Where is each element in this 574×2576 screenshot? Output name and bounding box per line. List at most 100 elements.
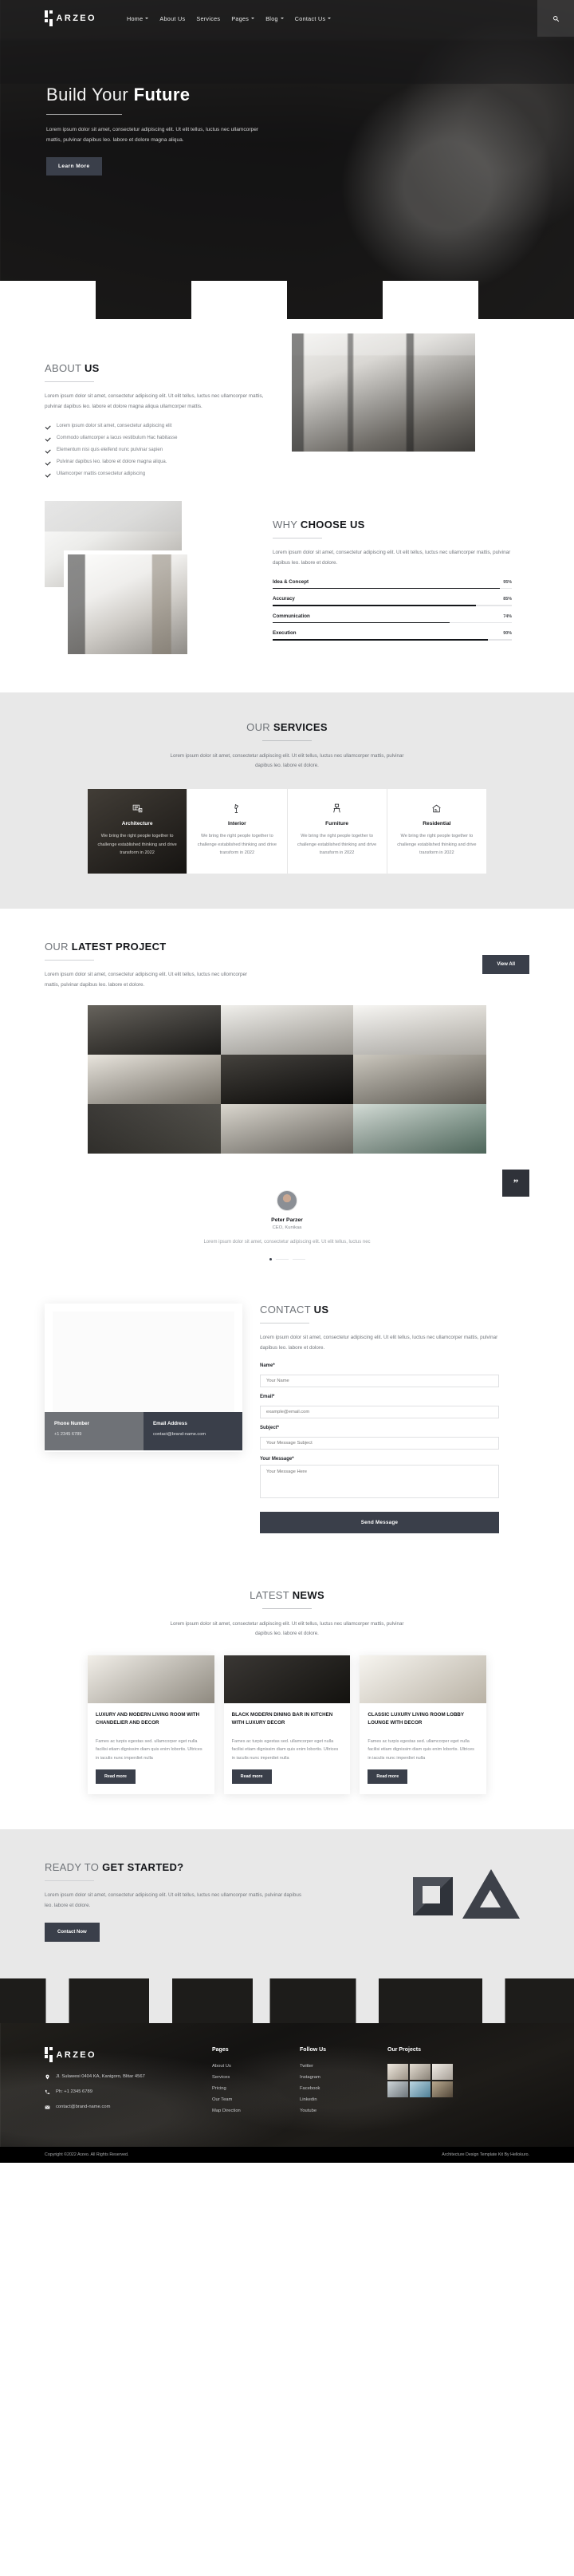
contact-now-button[interactable]: Contact Now [45,1922,100,1942]
nav-item-home[interactable]: Home [127,15,149,22]
nav-item-blog[interactable]: Blog [265,15,284,22]
news-image [88,1655,214,1703]
projects-section: OUR LATEST PROJECT Lorem ipsum dolor sit… [0,909,574,1162]
projects-heading-light: OUR [45,941,69,953]
news-card[interactable]: CLASSIC LUXURY LIVING ROOM LOBBY LOUNGE … [360,1655,487,1795]
footer-link-instagram[interactable]: Instagram [300,2075,387,2080]
service-card-architecture[interactable]: Architecture We bring the right people t… [88,788,188,874]
news-card[interactable]: BLACK MODERN DINING BAR IN KITCHEN WITH … [223,1655,351,1795]
service-card-furniture[interactable]: Furniture We bring the right people toge… [288,788,387,874]
why-image-group [45,500,260,661]
message-field[interactable] [260,1464,499,1498]
hero-thumbnail-strip [0,281,574,319]
project-tile[interactable] [220,1104,354,1154]
footer-project-thumb[interactable] [387,2063,408,2080]
read-more-button[interactable]: Read more [368,1769,408,1785]
nav-item-contact-us[interactable]: Contact Us [295,15,332,22]
read-more-button[interactable]: Read more [231,1769,272,1785]
site-logo[interactable]: ARZEO [45,10,96,26]
why-heading-bold: CHOOSE US [300,518,365,531]
project-tile[interactable] [88,1104,221,1154]
skill-value: 90% [503,631,512,637]
footer-link-pricing[interactable]: Pricing [212,2086,300,2091]
location-pin-icon [45,2074,49,2080]
footer-project-thumb[interactable] [410,2063,431,2080]
footer-link-twitter[interactable]: Twitter [300,2064,387,2069]
why-text-column: WHY CHOOSE US Lorem ipsum dolor sit amet… [273,501,512,661]
cube-shape-icon [413,1877,453,1916]
services-heading-light: OUR [246,720,270,733]
view-all-button[interactable]: View All [482,955,529,975]
carousel-dash[interactable] [292,1258,305,1260]
project-tile[interactable] [88,1055,221,1105]
footer-link-map-direction[interactable]: Map Direction [212,2109,300,2113]
footer-project-thumb[interactable] [432,2063,453,2080]
skill-fill [273,587,500,590]
contact-heading-bold: US [313,1304,329,1316]
footer-project-thumb[interactable] [410,2081,431,2097]
projects-grid [88,1005,486,1154]
carousel-dots [155,1258,419,1261]
read-more-button[interactable]: Read more [96,1769,136,1785]
search-icon[interactable] [537,0,574,37]
hero-thumb[interactable] [0,281,96,319]
logo-mark-icon [45,10,53,26]
subject-field[interactable] [260,1436,499,1450]
project-tile[interactable] [220,1055,354,1105]
check-icon [45,435,51,441]
nav-menu: Home About Us Services Pages Blog Contac… [127,15,332,22]
footer-follow-column: Follow Us Twitter Instagram Facebook Lin… [300,2047,387,2120]
project-tile[interactable] [220,1005,354,1055]
triangle-inner-icon [480,1890,501,1908]
blueprint-icon [97,802,177,816]
hero-thumb[interactable] [191,281,287,319]
nav-item-pages[interactable]: Pages [231,15,255,22]
about-section: ABOUT US Lorem ipsum dolor sit amet, con… [0,319,574,496]
skill-fill [273,621,450,624]
contact-heading: CONTACT US [260,1304,499,1316]
service-card-interior[interactable]: Interior We bring the right people toget… [187,788,288,874]
footer-phone: Ph: +1 2345 6789 [45,2089,212,2097]
carousel-dot-active[interactable] [269,1258,272,1261]
project-tile[interactable] [353,1104,486,1154]
footer-logo[interactable]: ARZEO [45,2046,212,2063]
contact-divider [260,1323,309,1324]
project-tile[interactable] [88,1005,221,1055]
hero-thumb[interactable] [478,281,574,319]
footer-link-services[interactable]: Services [212,2075,300,2080]
footer-link-facebook[interactable]: Facebook [300,2086,387,2091]
name-field[interactable] [260,1374,499,1387]
nav-item-services[interactable]: Services [196,15,220,22]
cta-illustration [410,1861,529,1935]
footer-link-our-team[interactable]: Our Team [212,2097,300,2102]
hero-divider [46,114,122,115]
nav-label: Services [196,14,221,22]
check-icon [45,423,51,429]
service-text: We bring the right people together to ch… [297,833,377,856]
news-heading: LATEST NEWS [0,1589,574,1601]
send-message-button[interactable]: Send Message [260,1511,499,1533]
carousel-dash[interactable] [275,1258,289,1260]
project-tile[interactable] [353,1055,486,1105]
email-field[interactable] [260,1405,499,1418]
skill-value: 74% [503,613,512,619]
project-tile[interactable] [353,1005,486,1055]
hero-thumb[interactable] [287,281,383,319]
footer-link-linkedin[interactable]: Linkedin [300,2097,387,2102]
footer-project-thumb[interactable] [432,2081,453,2097]
nav-label: Blog [265,14,278,22]
news-title: CLASSIC LUXURY LIVING ROOM LOBBY LOUNGE … [368,1711,464,1726]
projects-text-column: OUR LATEST PROJECT Lorem ipsum dolor sit… [45,941,252,991]
news-card[interactable]: LUXURY AND MODERN LIVING ROOM WITH CHAND… [88,1655,214,1795]
news-image [360,1655,487,1703]
footer-link-about-us[interactable]: About Us [212,2064,300,2069]
skill-label: Idea & Concept [273,578,309,585]
nav-item-about-us[interactable]: About Us [159,15,185,22]
projects-paragraph: Lorem ipsum dolor sit amet, consectetur … [45,972,248,988]
footer-link-youtube[interactable]: Youtube [300,2109,387,2113]
service-card-residential[interactable]: Residential We bring the right people to… [387,789,486,874]
hero-thumb[interactable] [383,281,478,319]
hero-learn-more-button[interactable]: Learn More [46,156,102,176]
hero-thumb[interactable] [96,281,191,319]
footer-project-thumb[interactable] [387,2081,408,2097]
